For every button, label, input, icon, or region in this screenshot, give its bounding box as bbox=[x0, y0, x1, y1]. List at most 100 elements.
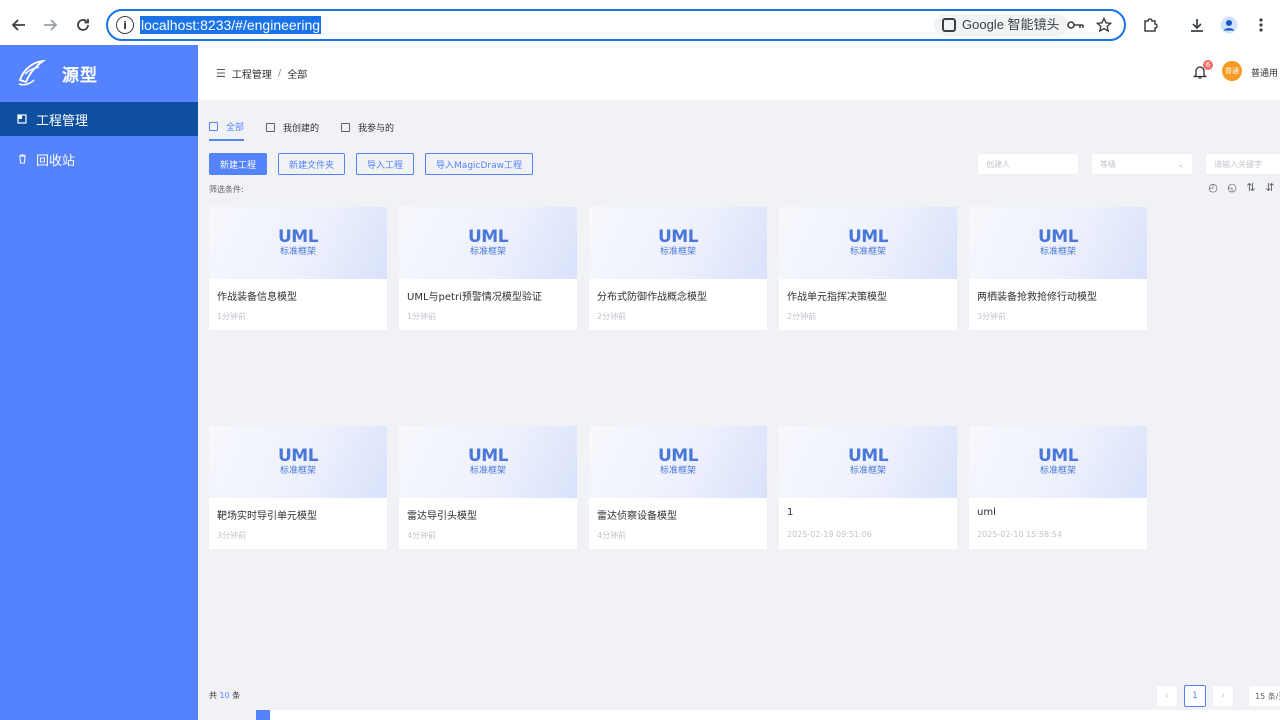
tab-label: 我创建的 bbox=[283, 124, 320, 134]
project-thumbnail: UML 标准框架 bbox=[969, 207, 1147, 279]
collapse-menu-icon[interactable]: ☰ bbox=[216, 67, 226, 80]
uml-logo: UML 标准框架 bbox=[277, 227, 319, 258]
share-doc-icon bbox=[341, 123, 351, 132]
uml-logo-sub: 标准框架 bbox=[849, 247, 886, 257]
page-number[interactable]: 1 bbox=[1184, 685, 1206, 707]
uml-logo-word: UML bbox=[657, 446, 699, 466]
tab-all[interactable]: 全部 bbox=[209, 120, 245, 141]
extensions-icon[interactable] bbox=[1140, 15, 1160, 35]
forward-icon[interactable] bbox=[40, 15, 60, 35]
filter-bar: 创建人 等级 ⌄ 请输入关键字 bbox=[977, 153, 1280, 175]
project-time: 2025-02-19 09:51:06 bbox=[787, 530, 872, 539]
user-name[interactable]: 普通用 bbox=[1251, 66, 1278, 79]
uml-logo-sub: 标准框架 bbox=[659, 247, 696, 257]
lens-label: Google 智能镜头 bbox=[962, 17, 1060, 32]
avatar[interactable]: 普通 bbox=[1222, 61, 1242, 81]
bottom-strip-panel bbox=[270, 710, 1280, 720]
project-card[interactable]: UML 标准框架 UML与petri预警情况模型验证 1分钟前 bbox=[399, 207, 577, 330]
project-thumbnail: UML 标准框架 bbox=[209, 207, 387, 279]
uml-logo: UML 标准框架 bbox=[847, 446, 889, 477]
project-title: 两栖装备抢救抢修行动模型 bbox=[977, 292, 1097, 303]
uml-logo-word: UML bbox=[657, 227, 699, 247]
new-folder-button[interactable]: 新建文件夹 bbox=[278, 153, 346, 175]
level-select[interactable]: 等级 ⌄ bbox=[1091, 153, 1193, 175]
project-title: 分布式防御作战概念模型 bbox=[597, 292, 707, 303]
project-card[interactable]: UML 标准框架 雷达导引头模型 4分钟前 bbox=[399, 426, 577, 549]
site-info-icon[interactable]: i bbox=[116, 16, 134, 34]
project-card[interactable]: UML 标准框架 uml 2025-02-10 15:58:54 bbox=[969, 426, 1147, 549]
main-content: 全部 我创建的 我参与的 新建工程 新建文件夹 导入工程 导入MagicDraw… bbox=[198, 100, 1280, 720]
document-icon bbox=[266, 123, 276, 132]
sort-name-desc-icon[interactable]: ⇵ bbox=[1263, 180, 1277, 194]
address-bar[interactable]: i localhost:8233/#/engineering Google 智能… bbox=[106, 9, 1126, 41]
project-card[interactable]: UML 标准框架 分布式防御作战概念模型 2分钟前 bbox=[589, 207, 767, 330]
project-thumbnail: UML 标准框架 bbox=[589, 207, 767, 279]
browser-toolbar: i localhost:8233/#/engineering Google 智能… bbox=[0, 0, 1280, 50]
uml-logo-sub: 标准框架 bbox=[849, 466, 886, 476]
sort-time-asc-icon[interactable]: ◴ bbox=[1206, 180, 1220, 194]
sort-time-desc-icon[interactable]: ◵ bbox=[1225, 180, 1239, 194]
creator-filter-input[interactable]: 创建人 bbox=[977, 153, 1079, 175]
uml-logo: UML 标准框架 bbox=[277, 446, 319, 477]
next-page-button[interactable]: › bbox=[1212, 685, 1234, 707]
filter-conditions-label: 筛选条件: bbox=[209, 185, 244, 194]
uml-logo-sub: 标准框架 bbox=[659, 466, 696, 476]
back-icon[interactable] bbox=[9, 15, 29, 35]
project-title: 雷达侦察设备模型 bbox=[597, 511, 677, 522]
project-thumbnail: UML 标准框架 bbox=[209, 426, 387, 498]
uml-logo-word: UML bbox=[847, 446, 889, 466]
uml-logo-sub: 标准框架 bbox=[1039, 247, 1076, 257]
key-icon[interactable] bbox=[1066, 15, 1086, 35]
project-time: 3分钟前 bbox=[217, 531, 247, 540]
uml-logo: UML 标准框架 bbox=[468, 229, 509, 258]
project-time: 1分钟前 bbox=[407, 312, 437, 321]
import-project-button[interactable]: 导入工程 bbox=[356, 153, 415, 175]
profile-icon[interactable] bbox=[1219, 15, 1239, 35]
grid-icon bbox=[209, 122, 218, 131]
uml-logo-sub: 标准框架 bbox=[469, 466, 506, 476]
project-card[interactable]: UML 标准框架 雷达侦察设备模型 4分钟前 bbox=[589, 426, 767, 549]
project-time: 2分钟前 bbox=[787, 312, 817, 321]
sidebar-item-engineering[interactable]: 工程管理 bbox=[0, 102, 198, 136]
project-card[interactable]: UML 标准框架 两栖装备抢救抢修行动模型 3分钟前 bbox=[969, 207, 1147, 330]
new-project-button[interactable]: 新建工程 bbox=[209, 153, 268, 175]
project-card[interactable]: UML 标准框架作战装备信息模型 1分钟前 bbox=[209, 207, 387, 330]
sort-name-asc-icon[interactable]: ⇅ bbox=[1244, 180, 1258, 194]
total-number: 10 bbox=[219, 691, 230, 700]
action-toolbar: 新建工程 新建文件夹 导入工程 导入MagicDraw工程 bbox=[209, 153, 544, 175]
app-name: 源型 bbox=[62, 65, 98, 86]
prev-page-button[interactable]: ‹ bbox=[1156, 685, 1178, 707]
project-card[interactable]: UML 标准框架 1 2025-02-19 09:51:06 bbox=[779, 426, 957, 549]
project-time: 1分钟前 bbox=[217, 312, 247, 321]
project-card[interactable]: UML 标准框架 作战单元指挥决策模型 2分钟前 bbox=[779, 207, 957, 330]
url-text[interactable]: localhost:8233/#/engineering bbox=[140, 16, 322, 34]
sidebar-item-label: 回收站 bbox=[36, 153, 76, 169]
menu-dots-icon[interactable] bbox=[1251, 15, 1271, 35]
uml-logo-word: UML bbox=[277, 227, 319, 247]
breadcrumb-item[interactable]: 工程管理 bbox=[232, 66, 272, 81]
creator-placeholder: 创建人 bbox=[986, 159, 1010, 169]
uml-logo-word: UML bbox=[277, 446, 319, 466]
pagination: ‹ 1 › 15 条/页 bbox=[1156, 685, 1280, 707]
import-magicdraw-button[interactable]: 导入MagicDraw工程 bbox=[425, 153, 533, 175]
project-thumbnail: UML 标准框架 bbox=[779, 426, 957, 498]
bookmark-star-icon[interactable] bbox=[1094, 15, 1114, 35]
uml-logo: UML 标准框架 bbox=[1038, 229, 1079, 258]
trash-icon bbox=[16, 153, 28, 165]
page-size-select[interactable]: 15 条/页 bbox=[1248, 685, 1280, 707]
sidebar: 源型 工程管理 回收站 bbox=[0, 45, 198, 720]
project-card[interactable]: UML 标准框架 靶场实时导引单元模型 3分钟前 bbox=[209, 426, 387, 549]
reload-icon[interactable] bbox=[73, 15, 93, 35]
tab-created-by-me[interactable]: 我创建的 bbox=[266, 120, 319, 141]
sidebar-item-recycle-bin[interactable]: 回收站 bbox=[0, 142, 198, 176]
uml-logo-word: UML bbox=[847, 227, 889, 247]
google-lens-button[interactable]: Google 智能镜头 bbox=[934, 14, 1068, 36]
keyword-search-input[interactable]: 请输入关键字 bbox=[1205, 153, 1280, 175]
project-title: 作战装备信息模型 bbox=[217, 292, 297, 303]
download-icon[interactable] bbox=[1187, 15, 1207, 35]
uml-logo: UML 标准框架 bbox=[657, 446, 699, 477]
uml-logo-sub: 标准框架 bbox=[279, 466, 316, 476]
app-logo-row[interactable]: 源型 bbox=[0, 45, 198, 101]
project-time: 4分钟前 bbox=[407, 531, 437, 540]
tab-participated[interactable]: 我参与的 bbox=[341, 120, 394, 141]
